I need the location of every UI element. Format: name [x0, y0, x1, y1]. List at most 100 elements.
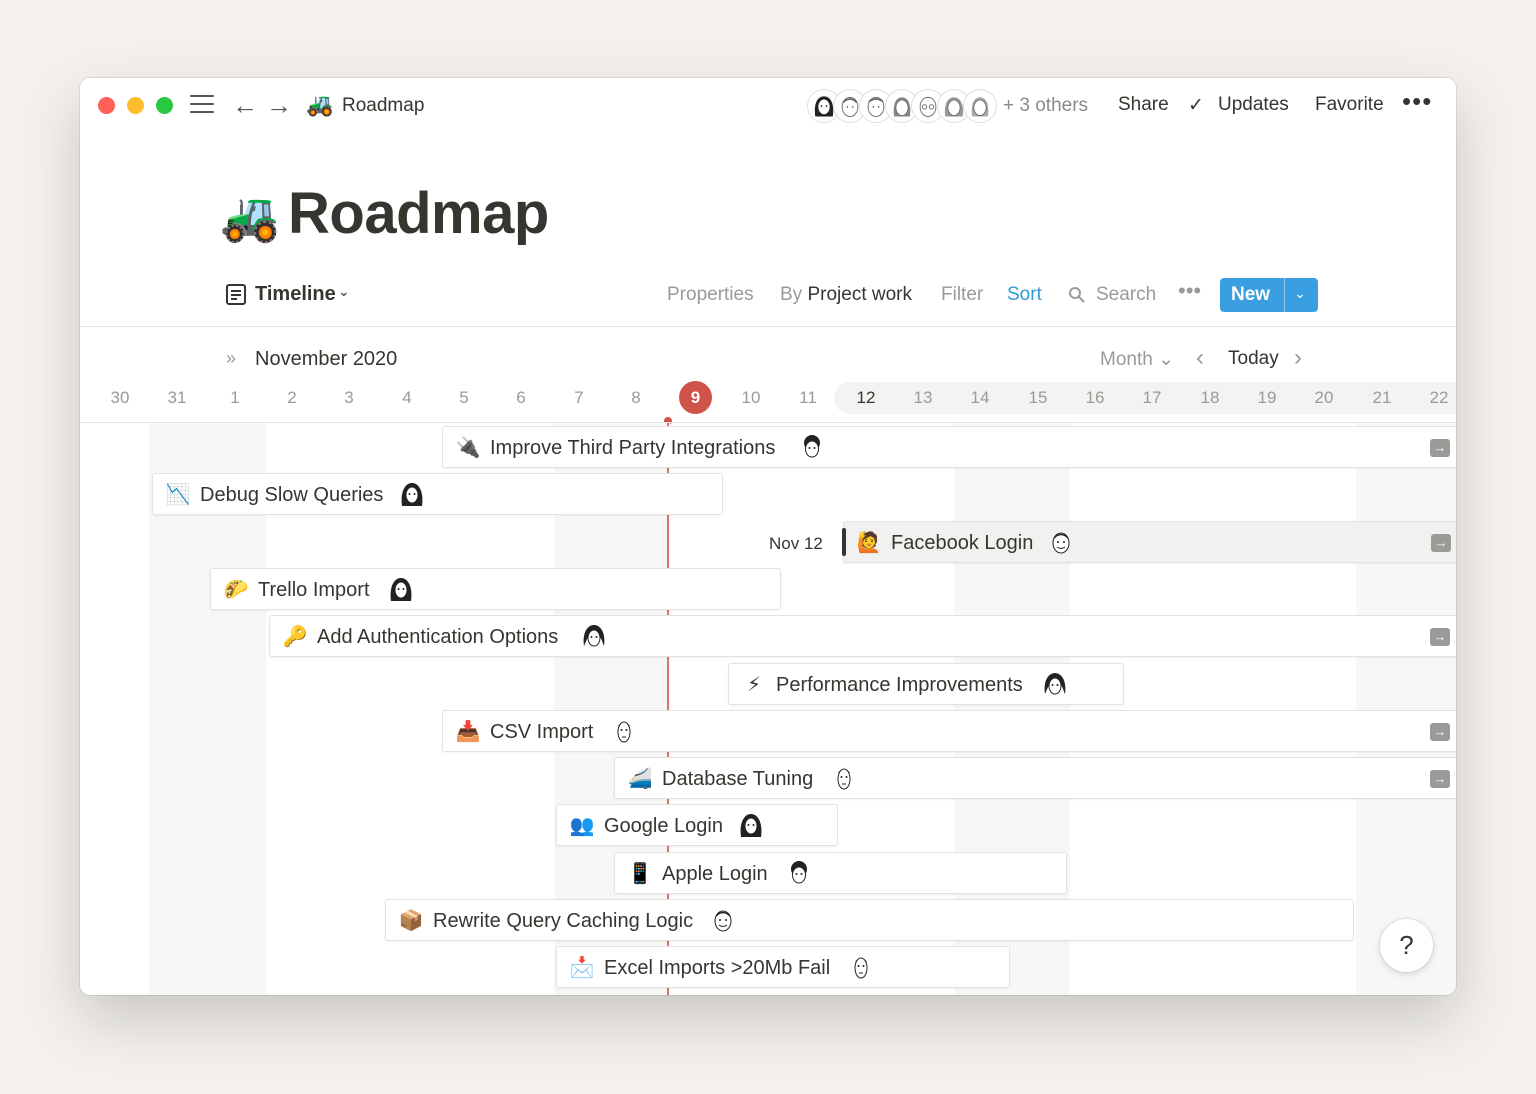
smiling-face-icon — [1047, 528, 1075, 556]
checkmark-icon: ✓ — [1188, 95, 1204, 116]
timeline-item[interactable]: 📩 Excel Imports >20Mb Fail — [556, 946, 1010, 988]
timeline-item[interactable]: ⚡ Performance Improvements — [728, 663, 1124, 705]
close-window-button[interactable] — [98, 97, 115, 114]
chevron-down-icon[interactable]: ⌄ — [1294, 285, 1306, 302]
search-icon[interactable] — [1068, 286, 1086, 304]
page-icon[interactable]: 🚜 — [220, 188, 280, 245]
item-emoji-icon: 🔌 — [455, 437, 481, 459]
app-window: ← → 🚜 Roadmap + 3 others Share ✓ Updates… — [80, 78, 1456, 995]
group-by-button[interactable]: By Project work — [780, 284, 912, 306]
day-label: 8 — [631, 388, 641, 407]
day-label: 10 — [741, 388, 761, 407]
arrow-right-icon[interactable]: → — [1430, 628, 1450, 646]
minimize-window-button[interactable] — [127, 97, 144, 114]
divider — [80, 326, 1456, 327]
item-name: Add Authentication Options — [317, 626, 559, 648]
other-collaborators-count[interactable]: + 3 others — [1003, 95, 1088, 117]
filter-button[interactable]: Filter — [941, 284, 983, 306]
back-arrow-icon[interactable]: ← — [232, 90, 258, 120]
item-name: Trello Import — [258, 579, 370, 601]
more-options-button[interactable]: ••• — [1402, 86, 1432, 117]
day-label: 30 — [110, 388, 130, 407]
item-emoji-icon: 🙋 — [856, 532, 882, 554]
chevron-right-icon[interactable]: › — [1294, 344, 1302, 372]
day-label: 4 — [402, 388, 412, 407]
new-button[interactable]: New ⌄ — [1220, 278, 1318, 312]
sidebar-menu-icon[interactable] — [190, 94, 214, 116]
day-label: 2 — [287, 388, 297, 407]
search-button[interactable]: Search — [1096, 284, 1156, 306]
timeline-item[interactable]: 📱 Apple Login — [614, 852, 1067, 894]
chevron-down-icon[interactable]: ⌄ — [338, 283, 350, 300]
item-name: Excel Imports >20Mb Fail — [604, 957, 831, 979]
curly-hair-face-icon — [785, 859, 813, 887]
month-label: November 2020 — [255, 348, 398, 370]
view-selector[interactable]: Timeline — [255, 283, 336, 306]
arrow-right-icon[interactable]: → — [1430, 723, 1450, 741]
help-button[interactable]: ? — [1380, 919, 1433, 972]
item-emoji-icon: 🚄 — [627, 768, 653, 790]
avatar-face-icon[interactable] — [964, 90, 996, 122]
page-title[interactable]: Roadmap — [288, 180, 549, 247]
timeline-item[interactable]: 🌮 Trello Import — [210, 568, 781, 610]
day-label: 7 — [574, 388, 584, 407]
tall-face-icon — [610, 717, 638, 745]
scale-selector[interactable]: Month ⌄ — [1100, 348, 1174, 371]
day-label: 1 — [230, 388, 240, 407]
updates-button[interactable]: Updates — [1218, 94, 1289, 116]
timeline-item[interactable]: 👥 Google Login — [556, 804, 838, 846]
item-name: Database Tuning — [662, 768, 814, 790]
wavy-hair-face-icon — [580, 622, 608, 650]
chevron-left-icon[interactable]: ‹ — [1196, 344, 1204, 372]
timeline-item[interactable]: 🚄 Database Tuning → — [614, 757, 1456, 799]
properties-button[interactable]: Properties — [667, 284, 754, 306]
new-button-divider — [1284, 278, 1285, 312]
day-label: 13 — [913, 388, 933, 407]
item-emoji-icon: 👥 — [569, 815, 595, 837]
favorite-button[interactable]: Favorite — [1315, 94, 1384, 116]
item-emoji-icon: 🔑 — [282, 626, 308, 648]
day-label: 6 — [516, 388, 526, 407]
item-name: Debug Slow Queries — [200, 484, 384, 506]
view-more-button[interactable]: ••• — [1178, 278, 1201, 304]
resize-handle[interactable] — [842, 528, 846, 556]
breadcrumb-title[interactable]: Roadmap — [342, 95, 424, 117]
forward-arrow-icon[interactable]: → — [266, 90, 292, 120]
timeline-item[interactable]: 📦 Rewrite Query Caching Logic — [385, 899, 1354, 941]
selected-date-label: Nov 12 — [769, 534, 823, 553]
timeline-item[interactable]: 📉 Debug Slow Queries — [152, 473, 723, 515]
timeline-item[interactable]: 🔑 Add Authentication Options → — [269, 615, 1456, 657]
timeline-item[interactable]: 🔌 Improve Third Party Integrations → — [442, 426, 1456, 468]
new-button-label: New — [1231, 284, 1271, 305]
day-label: 3 — [344, 388, 354, 407]
share-button[interactable]: Share — [1118, 94, 1169, 116]
item-name: Google Login — [604, 815, 723, 837]
zoom-window-button[interactable] — [156, 97, 173, 114]
item-name: Performance Improvements — [776, 674, 1023, 696]
sort-button[interactable]: Sort — [1007, 284, 1042, 306]
tall-face-icon — [830, 764, 858, 792]
timeline-item[interactable]: 🙋 Facebook Login → — [842, 521, 1456, 563]
weekend-column — [1356, 423, 1456, 995]
day-label: 22 — [1429, 388, 1449, 407]
divider — [80, 422, 1456, 423]
timeline-item[interactable]: 📥 CSV Import → — [442, 710, 1456, 752]
smiling-face-icon — [709, 906, 737, 934]
item-emoji-icon: ⚡ — [746, 674, 762, 696]
day-label: 14 — [970, 388, 990, 407]
arrow-right-icon[interactable]: → — [1430, 439, 1450, 457]
today-button[interactable]: Today — [1228, 348, 1279, 370]
item-emoji-icon: 📱 — [627, 863, 653, 885]
tall-face-icon — [847, 953, 875, 981]
item-emoji-icon: 🌮 — [223, 579, 249, 601]
double-chevron-right-icon[interactable]: » — [226, 348, 236, 369]
item-emoji-icon: 📩 — [569, 957, 595, 979]
long-hair-face-icon — [398, 480, 426, 508]
item-name: Apple Login — [662, 863, 768, 885]
today-marker: 9 — [679, 381, 712, 414]
arrow-right-icon[interactable]: → — [1431, 534, 1451, 552]
timeline-view-icon — [226, 284, 246, 305]
day-label: 17 — [1142, 388, 1162, 407]
arrow-right-icon[interactable]: → — [1430, 770, 1450, 788]
curly-hair-face-icon — [798, 433, 826, 461]
